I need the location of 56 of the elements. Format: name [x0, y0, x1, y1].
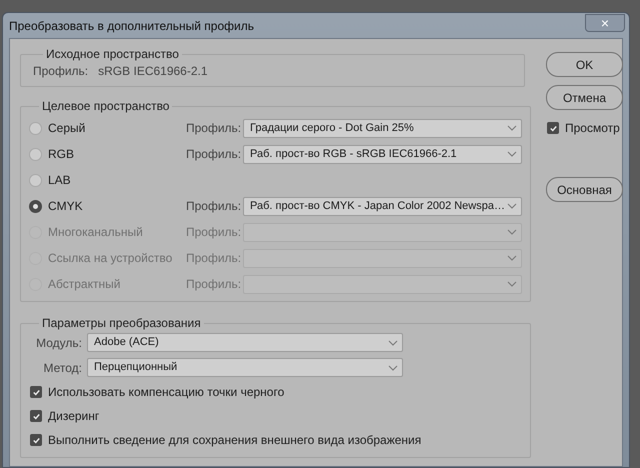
chevron-down-icon	[507, 203, 517, 209]
dropdown[interactable]: Раб. прост-во CMYK - Japan Color 2002 Newspa…	[243, 196, 522, 216]
check-icon	[32, 412, 40, 420]
checkbox-label: Просмотр	[565, 120, 620, 137]
check-icon	[32, 436, 40, 444]
field-label: Модуль:	[35, 334, 83, 352]
profile-label: Профиль:	[33, 63, 88, 80]
option-label: Ссылка на устройство	[48, 250, 174, 267]
chevron-down-icon	[388, 364, 398, 370]
radio-button[interactable]	[29, 122, 42, 134]
checkbox-label: Использовать компенсацию точки черного	[48, 384, 284, 401]
chevron-down-icon	[507, 281, 517, 287]
checkbox[interactable]	[547, 122, 559, 134]
option-label: LAB	[48, 172, 72, 189]
option-label: Абстрактный	[48, 276, 122, 293]
dropdown[interactable]	[243, 222, 522, 242]
group-title: Исходное пространство	[45, 46, 180, 63]
group-title: Целевое пространство	[41, 98, 170, 115]
dropdown[interactable]: Градации серого - Dot Gain 25%	[243, 118, 522, 138]
radio-button[interactable]	[29, 148, 42, 160]
dropdown[interactable]: Перцепционный	[87, 358, 403, 377]
option-label: Многоканальный	[48, 224, 144, 241]
dropdown[interactable]	[243, 248, 522, 268]
group-title: Параметры преобразования	[41, 315, 202, 332]
option-label: Серый	[48, 120, 86, 137]
profile-label: Профиль:	[186, 250, 242, 267]
check-icon	[548, 124, 558, 132]
option-label: RGB	[48, 146, 76, 163]
profile-value: sRGB IEC61966-2.1	[98, 63, 208, 80]
radio-button[interactable]	[29, 174, 42, 186]
profile-label: Профиль:	[186, 120, 242, 137]
checkbox[interactable]	[30, 386, 42, 398]
check-icon	[32, 388, 40, 396]
default-button[interactable]: Основная	[546, 177, 623, 202]
radio-button[interactable]	[29, 200, 42, 212]
profile-label: Профиль:	[186, 276, 242, 293]
chevron-down-icon	[388, 340, 398, 346]
dropdown[interactable]: Раб. прост-во RGB - sRGB IEC61966-2.1	[243, 144, 522, 164]
ok-button[interactable]: OK	[546, 52, 623, 77]
field-label: Метод:	[42, 360, 83, 376]
checkbox-label: Дизеринг	[48, 408, 100, 425]
cancel-button[interactable]: Отмена	[546, 85, 623, 110]
checkbox-label: Выполнить сведение для сохранения внешнего вида изображения	[48, 432, 422, 449]
option-label: CMYK	[48, 198, 84, 215]
window-title: Преобразовать в дополнительный профиль	[9, 18, 254, 34]
chevron-down-icon	[507, 125, 517, 131]
checkbox[interactable]	[30, 410, 42, 422]
dropdown[interactable]: Adobe (ACE)	[87, 333, 403, 352]
profile-label: Профиль:	[186, 146, 242, 163]
checkbox[interactable]	[30, 434, 42, 446]
chevron-down-icon	[507, 255, 517, 261]
chevron-down-icon	[507, 229, 517, 235]
profile-label: Профиль:	[186, 224, 242, 241]
chevron-down-icon	[507, 151, 517, 157]
profile-label: Профиль:	[186, 198, 242, 215]
dropdown[interactable]	[243, 274, 522, 294]
